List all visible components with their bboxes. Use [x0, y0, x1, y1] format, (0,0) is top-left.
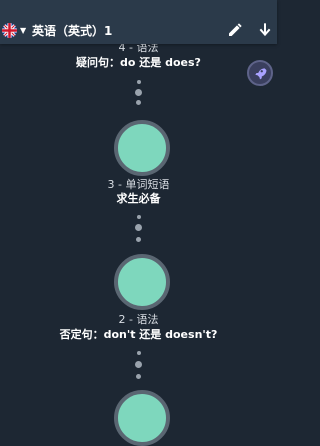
lesson-2-title[interactable]: 否定句：don't 还是 doesn't? — [0, 328, 277, 342]
uk-flag-icon[interactable] — [2, 23, 17, 38]
pencil-icon — [229, 23, 242, 36]
lesson-3-meta: 3 - 单词短语 — [107, 178, 170, 191]
lesson-3-node[interactable] — [114, 120, 170, 176]
lesson-2-meta: 2 - 语法 — [118, 313, 159, 326]
edit-button[interactable] — [227, 22, 245, 40]
path-connector-dot — [137, 351, 141, 355]
caret-down-icon[interactable]: ▼ — [20, 26, 26, 36]
course-title[interactable]: 英语（英式）1 — [32, 23, 112, 39]
path-connector-dot — [135, 224, 142, 231]
path-connector-dot — [135, 361, 142, 368]
path-connector-dot — [137, 215, 141, 219]
path-connector-dot — [136, 374, 141, 379]
rocket-icon — [255, 68, 267, 80]
lesson-3-title[interactable]: 求生必备 — [0, 192, 277, 206]
path-connector-dot — [135, 89, 142, 96]
lesson-1-node[interactable] — [114, 390, 170, 446]
path-connector-dot — [136, 100, 141, 105]
download-button[interactable] — [257, 22, 275, 40]
lesson-2-node[interactable] — [114, 254, 170, 310]
lesson-4-title[interactable]: 疑问句：do 还是 does? — [0, 56, 277, 70]
path-connector-dot — [137, 80, 141, 84]
download-arrow-icon — [259, 23, 271, 37]
path-connector-dot — [136, 237, 141, 242]
rocket-button[interactable] — [247, 60, 273, 86]
top-bar: ▼ 英语（英式）1 — [0, 0, 277, 44]
